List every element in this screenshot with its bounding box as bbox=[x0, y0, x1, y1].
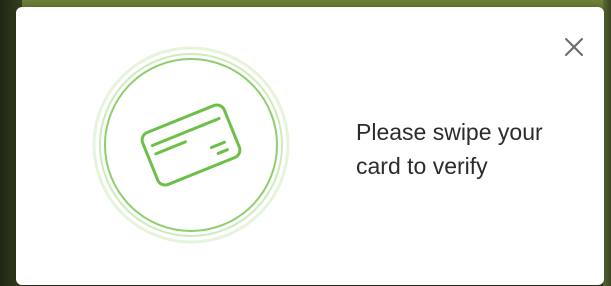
swipe-card-dialog: Please swipe your card to verify bbox=[16, 7, 604, 285]
card-illustration bbox=[91, 45, 291, 245]
swipe-card-message: Please swipe your card to verify bbox=[356, 115, 596, 183]
close-icon bbox=[565, 38, 583, 56]
close-button[interactable] bbox=[560, 33, 588, 61]
credit-card-icon bbox=[140, 103, 242, 187]
message-line-1: Please swipe your bbox=[356, 119, 543, 145]
message-line-2: card to verify bbox=[356, 153, 488, 179]
background-edge-right bbox=[603, 0, 611, 286]
